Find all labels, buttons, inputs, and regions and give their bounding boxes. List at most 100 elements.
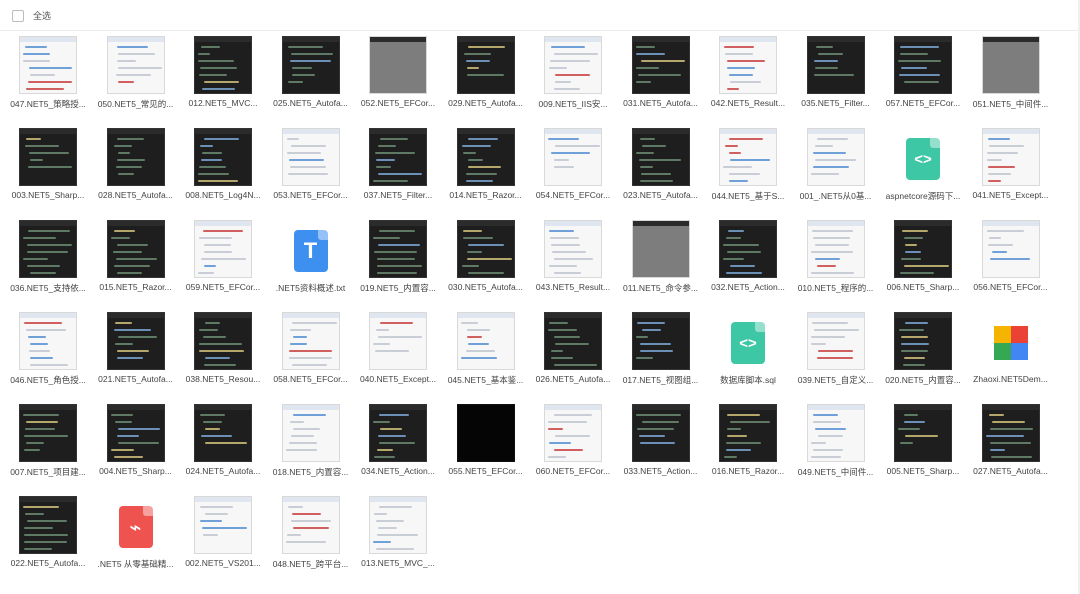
file-tile[interactable]: 002.NET5_VS201... (180, 496, 266, 584)
thumbnail-content-line (204, 251, 232, 253)
file-tile[interactable]: 020.NET5_内置容... (880, 312, 966, 400)
thumbnail-content-line (30, 74, 55, 76)
file-tile[interactable]: 042.NET5_Result... (705, 36, 791, 124)
file-tile[interactable]: 043.NET5_Result... (530, 220, 616, 308)
file-tile[interactable]: 058.NET5_EFCor... (268, 312, 354, 400)
file-name: 012.NET5_MVC... (188, 98, 258, 108)
file-tile[interactable]: 015.NET5_Razor... (93, 220, 179, 308)
select-all-control[interactable]: 全选 (12, 9, 51, 22)
file-tile[interactable]: <> aspnetcore源码下... (880, 128, 966, 216)
select-all-checkbox[interactable] (12, 9, 24, 22)
thumbnail-content-line (900, 46, 939, 48)
file-thumbnail (281, 36, 340, 94)
file-tile[interactable]: 013.NET5_MVC_... (355, 496, 441, 584)
file-tile[interactable]: ⌁ .NET5 从零基础精... (93, 496, 179, 584)
file-tile[interactable]: 009.NET5_IIS安... (530, 36, 616, 124)
file-tile[interactable]: 056.NET5_EFCor... (968, 220, 1054, 308)
file-tile[interactable]: Zhaoxi.NET5Dem... (968, 312, 1054, 400)
file-tile[interactable]: 037.NET5_Filter... (355, 128, 441, 216)
file-tile[interactable]: 027.NET5_Autofa... (968, 404, 1054, 492)
file-tile[interactable]: 059.NET5_EFCor... (180, 220, 266, 308)
file-tile[interactable]: 053.NET5_EFCor... (268, 128, 354, 216)
zip-icon-segment (993, 326, 1011, 343)
thumbnail-content-line (199, 329, 218, 331)
file-name: 055.NET5_EFCor... (448, 466, 523, 476)
file-tile[interactable]: 012.NET5_MVC... (180, 36, 266, 124)
file-tile[interactable]: 008.NET5_Log4N... (180, 128, 266, 216)
thumbnail-content-line (635, 67, 659, 69)
file-tile[interactable]: 023.NET5_Autofa... (618, 128, 704, 216)
file-tile[interactable]: 052.NET5_EFCor... (355, 36, 441, 124)
file-tile[interactable]: 006.NET5_Sharp... (880, 220, 966, 308)
thumbnail-content-line (200, 145, 213, 147)
file-tile[interactable]: 057.NET5_EFCor... (880, 36, 966, 124)
file-tile[interactable]: 005.NET5_Sharp... (880, 404, 966, 492)
thumbnail-content-line (374, 456, 395, 458)
file-tile[interactable]: 014.NET5_Razor... (443, 128, 529, 216)
file-tile[interactable]: 029.NET5_Autofa... (443, 36, 529, 124)
file-tile[interactable]: 051.NET5_中间件... (968, 36, 1054, 124)
file-tile[interactable]: 054.NET5_EFCor... (530, 128, 616, 216)
file-tile[interactable]: 055.NET5_EFCor... (443, 404, 529, 492)
file-tile[interactable]: 045.NET5_基本鉴... (443, 312, 529, 400)
file-tile[interactable]: T .NET5资料概述.txt (268, 220, 354, 308)
file-tile[interactable]: <> 数据库脚本.sql (705, 312, 791, 400)
file-tile[interactable]: 028.NET5_Autofa... (93, 128, 179, 216)
file-tile[interactable]: 017.NET5_视图组... (618, 312, 704, 400)
file-tile[interactable]: 003.NET5_Sharp... (5, 128, 91, 216)
file-tile[interactable]: 034.NET5_Action... (355, 404, 441, 492)
file-tile[interactable]: 016.NET5_Razor... (705, 404, 791, 492)
file-tile[interactable]: 049.NET5_中间件... (793, 404, 879, 492)
file-tile[interactable]: 041.NET5_Except... (968, 128, 1054, 216)
file-tile[interactable]: 010.NET5_程序的... (793, 220, 879, 308)
file-tile[interactable]: 022.NET5_Autofa... (5, 496, 91, 584)
file-thumbnail (281, 496, 340, 554)
file-tile[interactable]: 032.NET5_Action... (705, 220, 791, 308)
thumbnail-content-line (549, 265, 577, 267)
thumbnail-content-line (729, 138, 763, 140)
file-tile[interactable]: 019.NET5_内置容... (355, 220, 441, 308)
file-tile[interactable]: 026.NET5_Autofa... (530, 312, 616, 400)
file-tile[interactable]: 030.NET5_Autofa... (443, 220, 529, 308)
file-tile[interactable]: 021.NET5_Autofa... (93, 312, 179, 400)
file-tile[interactable]: 004.NET5_Sharp... (93, 404, 179, 492)
select-all-label: 全选 (33, 11, 52, 21)
thumbnail-titlebar (107, 129, 164, 134)
thumbnail-content-line (117, 152, 130, 154)
file-tile[interactable]: 036.NET5_支持依... (5, 220, 91, 308)
file-name: 026.NET5_Autofa... (535, 374, 611, 384)
file-tile[interactable]: 038.NET5_Resou... (180, 312, 266, 400)
file-tile[interactable]: 011.NET5_命令参... (618, 220, 704, 308)
thumbnail-content-line (988, 53, 1023, 55)
thumbnail-content-line (641, 329, 661, 331)
thumbnail-content-line (638, 159, 681, 161)
file-tile[interactable]: 048.NET5_跨平台... (268, 496, 354, 584)
file-tile[interactable]: 001_.NET5从0基... (793, 128, 879, 216)
file-tile[interactable]: 050.NET5_常见的... (93, 36, 179, 124)
thumbnail-titlebar (632, 313, 689, 318)
file-tile[interactable]: 024.NET5_Autofa... (180, 404, 266, 492)
file-tile[interactable]: 031.NET5_Autofa... (618, 36, 704, 124)
file-tile[interactable]: 039.NET5_自定义... (793, 312, 879, 400)
file-tile[interactable]: 007.NET5_项目建... (5, 404, 91, 492)
file-tile[interactable]: 018.NET5_内置容... (268, 404, 354, 492)
file-tile[interactable]: 040.NET5_Except... (355, 312, 441, 400)
thumbnail-content-line (811, 230, 853, 232)
thumbnail-content-line (641, 421, 679, 423)
thumbnail-content-line (987, 46, 1018, 48)
file-tile[interactable]: 060.NET5_EFCor... (530, 404, 616, 492)
thumbnail-content-line (116, 60, 136, 62)
file-name: 006.NET5_Sharp... (886, 282, 960, 292)
thumbnail-content-line (993, 60, 1038, 62)
thumbnail-content-line (117, 442, 159, 444)
file-tile[interactable]: 046.NET5_角色授... (5, 312, 91, 400)
file-tile[interactable]: 025.NET5_Autofa... (268, 36, 354, 124)
thumbnail-content-line (635, 81, 651, 83)
file-tile[interactable]: 033.NET5_Action... (618, 404, 704, 492)
thumbnail-content-line (24, 322, 62, 324)
file-tile[interactable]: 035.NET5_Filter... (793, 36, 879, 124)
file-tile[interactable]: 044.NET5_基于S... (705, 128, 791, 216)
thumbnail-content-line (635, 414, 681, 416)
thumbnail-content-line (466, 67, 479, 69)
file-tile[interactable]: 047.NET5_策略授... (5, 36, 91, 124)
